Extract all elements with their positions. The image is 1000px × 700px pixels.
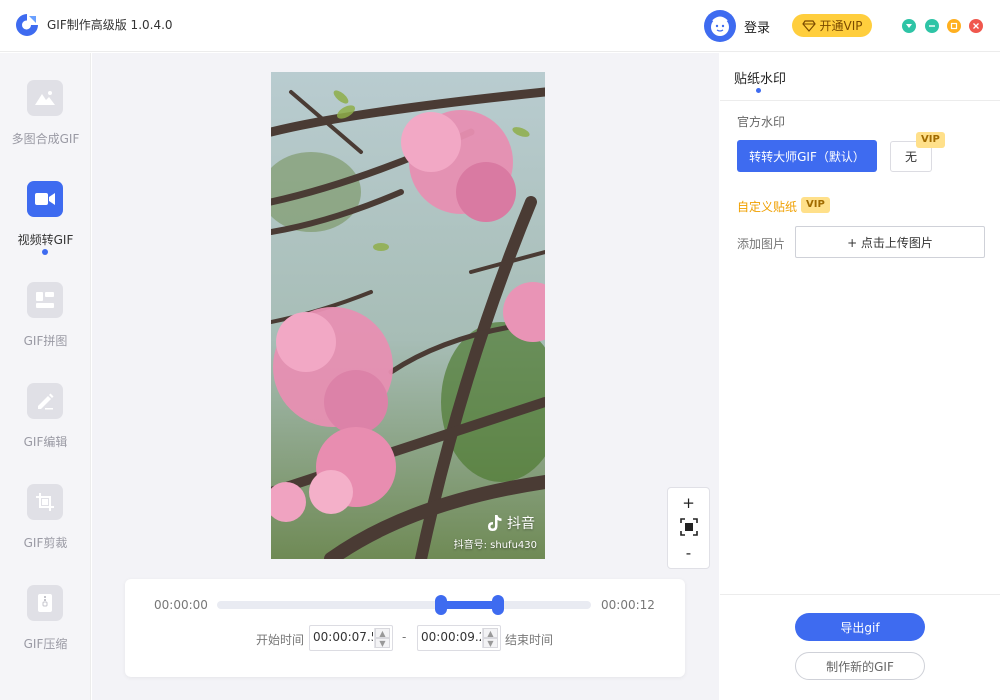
fit-screen-icon xyxy=(679,518,698,536)
minimize-button[interactable] xyxy=(925,19,939,33)
douyin-logo-icon xyxy=(488,515,502,531)
tab-sticker-watermark[interactable]: 贴纸水印 xyxy=(734,68,786,87)
sidebar-item-video-to-gif[interactable]: 视频转GIF xyxy=(0,181,91,271)
start-time-stepper[interactable]: ▲ ▼ xyxy=(374,628,390,648)
sidebar-item-label: GIF压缩 xyxy=(23,637,68,651)
decrement-icon[interactable]: ▼ xyxy=(375,638,390,648)
menu-button[interactable] xyxy=(902,19,916,33)
sidebar-item-gif-edit[interactable]: GIF编辑 xyxy=(0,383,91,473)
end-time-stepper[interactable]: ▲ ▼ xyxy=(482,628,498,648)
maximize-button[interactable] xyxy=(947,19,961,33)
zoom-controls: + - xyxy=(667,487,710,569)
time-range-row: 开始时间 ▲ ▼ - ▲ ▼ 结束时间 xyxy=(125,625,685,651)
add-image-label: 添加图片 xyxy=(737,237,786,251)
zip-icon xyxy=(27,585,63,621)
sidebar-item-label: GIF拼图 xyxy=(23,334,68,348)
sidebar-item-label: GIF编辑 xyxy=(23,435,68,449)
start-time-label: 开始时间 xyxy=(256,633,305,647)
maximize-icon xyxy=(950,22,958,30)
sidebar-item-label: 多图合成GIF xyxy=(11,132,80,146)
collage-icon xyxy=(27,282,63,318)
increment-icon[interactable]: ▲ xyxy=(375,628,390,638)
vip-badge: VIP xyxy=(801,197,830,213)
user-avatar-icon xyxy=(711,16,729,36)
divider xyxy=(720,594,1000,595)
close-button[interactable] xyxy=(969,19,983,33)
timeline-selection xyxy=(441,601,498,609)
close-icon xyxy=(973,23,979,29)
timeline-track[interactable] xyxy=(217,595,591,615)
diamond-icon xyxy=(801,19,816,32)
title-bar: GIF制作高级版 1.0.4.0 登录 开通VIP xyxy=(0,0,1000,52)
timeline-start-time: 00:00:00 xyxy=(154,598,208,612)
douyin-account: 抖音号: shufu430 xyxy=(453,540,537,551)
video-camera-icon xyxy=(27,181,63,217)
default-watermark-button[interactable]: 转转大师GIF（默认） xyxy=(737,140,877,172)
timeline-panel: 00:00:00 00:00:12 开始时间 ▲ ▼ - ▲ ▼ xyxy=(125,579,685,677)
end-handle[interactable] xyxy=(491,595,504,615)
editor-area: 抖音 抖音号: shufu430 + - 00:00:00 00:00:12 开… xyxy=(92,53,719,700)
mountain-image-icon xyxy=(27,80,63,116)
sidebar-item-gif-crop[interactable]: GIF剪裁 xyxy=(0,484,91,574)
pencil-icon xyxy=(27,383,63,419)
export-gif-button[interactable]: 导出gif xyxy=(795,613,925,641)
sidebar: 多图合成GIF 视频转GIF GIF拼图 GIF编辑 GIF剪裁 GIF压缩 xyxy=(0,53,91,700)
start-handle[interactable] xyxy=(435,595,448,615)
fit-screen-button[interactable] xyxy=(668,518,709,540)
user-avatar[interactable] xyxy=(704,10,736,42)
cherry-blossom-photo xyxy=(271,72,545,559)
douyin-watermark: 抖音 xyxy=(487,513,535,533)
custom-sticker-title: 自定义贴纸 xyxy=(737,200,798,214)
vip-badge: VIP xyxy=(916,132,945,148)
app-title: GIF制作高级版 1.0.4.0 xyxy=(47,18,173,32)
zoom-out-button[interactable]: - xyxy=(668,544,709,562)
divider xyxy=(720,100,1000,101)
app-logo-icon xyxy=(16,14,38,36)
upload-image-button[interactable]: + 点击上传图片 xyxy=(795,226,985,258)
video-preview: 抖音 抖音号: shufu430 xyxy=(271,72,545,559)
active-tab-indicator xyxy=(756,88,761,93)
sidebar-item-gif-compress[interactable]: GIF压缩 xyxy=(0,585,91,675)
open-vip-label: 开通VIP xyxy=(819,19,863,33)
end-time-label: 结束时间 xyxy=(505,633,554,647)
sidebar-item-label: GIF剪裁 xyxy=(23,536,68,550)
crop-icon xyxy=(27,484,63,520)
timeline-end-time: 00:00:12 xyxy=(601,598,655,612)
douyin-brand: 抖音 xyxy=(507,516,535,532)
start-time-field[interactable]: ▲ ▼ xyxy=(309,625,393,651)
official-watermark-title: 官方水印 xyxy=(737,115,786,129)
decrement-icon[interactable]: ▼ xyxy=(483,638,498,648)
sidebar-item-label: 视频转GIF xyxy=(17,233,74,247)
start-time-input[interactable] xyxy=(313,630,373,644)
login-link[interactable]: 登录 xyxy=(744,17,770,36)
menu-icon xyxy=(906,24,912,28)
end-time-field[interactable]: ▲ ▼ xyxy=(417,625,501,651)
sidebar-item-multi-image-gif[interactable]: 多图合成GIF xyxy=(0,80,91,170)
range-separator: - xyxy=(402,630,407,644)
open-vip-button[interactable]: 开通VIP xyxy=(792,14,872,37)
active-indicator xyxy=(42,249,48,255)
make-new-gif-button[interactable]: 制作新的GIF xyxy=(795,652,925,680)
sidebar-item-gif-collage[interactable]: GIF拼图 xyxy=(0,282,91,372)
watermark-panel: 贴纸水印 官方水印 转转大师GIF（默认） 无 VIP 自定义贴纸 VIP 添加… xyxy=(720,53,1000,700)
minimize-icon xyxy=(929,25,935,27)
increment-icon[interactable]: ▲ xyxy=(483,628,498,638)
zoom-in-button[interactable]: + xyxy=(668,494,709,512)
end-time-input[interactable] xyxy=(421,630,481,644)
